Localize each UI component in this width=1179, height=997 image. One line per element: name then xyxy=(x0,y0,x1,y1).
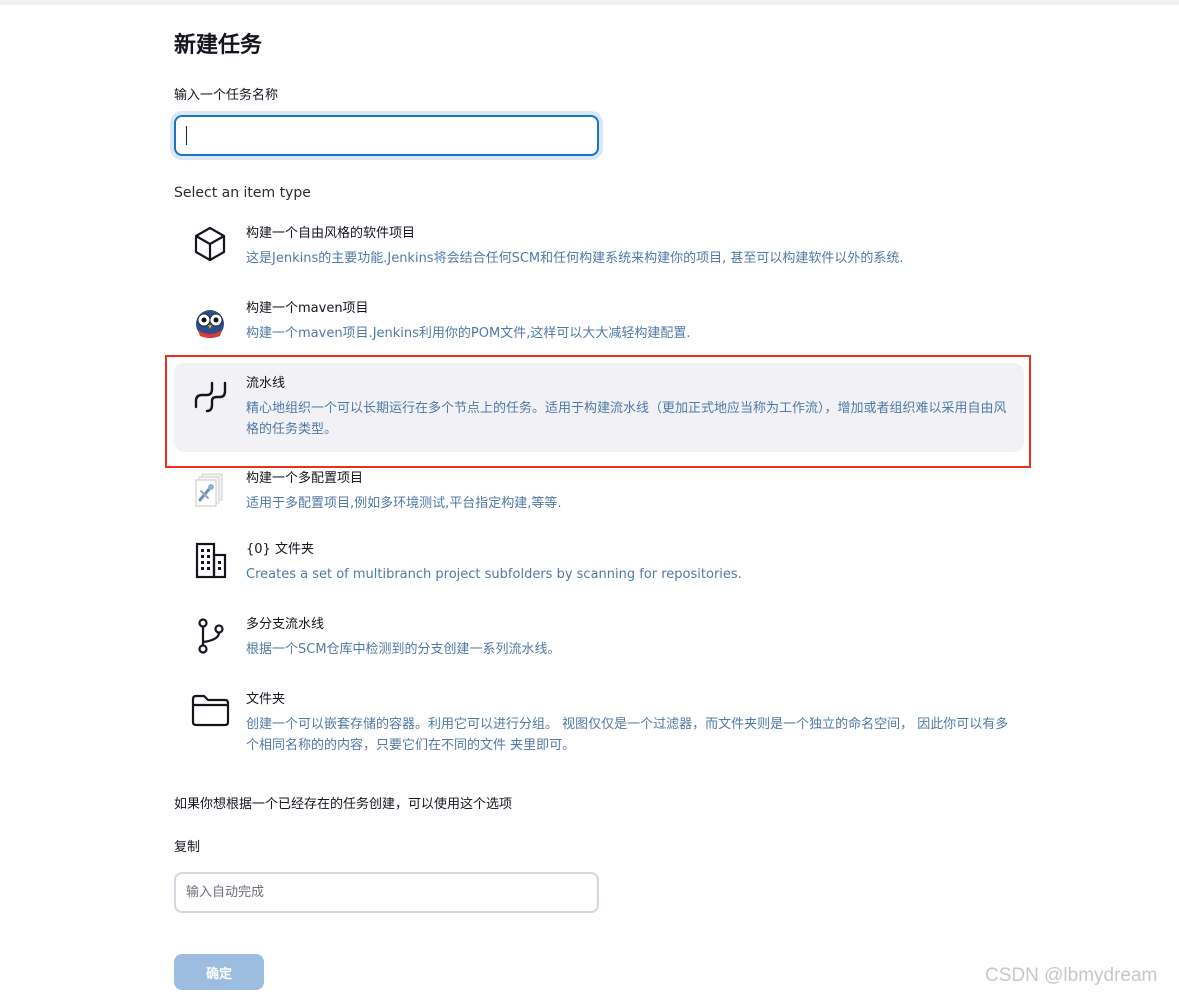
page-title: 新建任务 xyxy=(174,33,263,58)
watermark: CSDN @lbmydream xyxy=(985,965,1158,986)
item-title: 多分支流水线 xyxy=(246,617,325,632)
item-title: 文件夹 xyxy=(246,692,286,707)
item-title: 构建一个maven项目 xyxy=(246,301,369,316)
item-type-freestyle[interactable]: 构建一个自由风格的软件项目 这是Jenkins的主要功能.Jenkins将会结合… xyxy=(174,213,1024,285)
item-description: 根据一个SCM仓库中检测到的分支创建一系列流水线。 xyxy=(246,642,561,657)
item-type-folder[interactable]: 文件夹 创建一个可以嵌套存储的容器。利用它可以进行分组。 视图仅仅是一个过滤器，… xyxy=(174,679,1024,769)
maven-owl-icon xyxy=(190,302,230,342)
item-description: 构建一个maven项目.Jenkins利用你的POM文件,这样可以大大减轻构建配… xyxy=(246,326,691,341)
package-icon xyxy=(190,223,230,263)
copy-from-input[interactable] xyxy=(174,872,599,913)
item-type-multibranch-pipeline[interactable]: 多分支流水线 根据一个SCM仓库中检测到的分支创建一系列流水线。 xyxy=(174,604,1024,676)
item-title: 构建一个自由风格的软件项目 xyxy=(246,226,416,241)
multi-config-icon xyxy=(190,470,230,510)
top-bar xyxy=(0,0,1179,5)
item-description: 适用于多配置项目,例如多环境测试,平台指定构建,等等. xyxy=(246,496,562,511)
organization-building-icon xyxy=(190,541,230,581)
item-title: 构建一个多配置项目 xyxy=(246,471,364,486)
folder-icon xyxy=(190,691,230,731)
ok-button[interactable]: 确定 xyxy=(174,954,264,990)
item-description: 创建一个可以嵌套存储的容器。利用它可以进行分组。 视图仅仅是一个过滤器，而文件夹… xyxy=(246,717,1009,753)
text-cursor xyxy=(186,126,187,145)
item-name-input[interactable] xyxy=(174,115,599,156)
item-description: 这是Jenkins的主要功能.Jenkins将会结合任何SCM和任何构建系统来构… xyxy=(246,251,904,266)
annotation-highlight-box xyxy=(165,355,1031,468)
item-type-organization-folder[interactable]: {0} 文件夹 Creates a set of multibranch pro… xyxy=(174,529,1024,601)
item-type-multi-config[interactable]: 构建一个多配置项目 适用于多配置项目,例如多环境测试,平台指定构建,等等. xyxy=(174,458,1024,528)
branch-icon xyxy=(190,616,230,656)
item-description: Creates a set of multibranch project sub… xyxy=(246,567,742,582)
item-type-maven[interactable]: 构建一个maven项目 构建一个maven项目.Jenkins利用你的POM文件… xyxy=(174,288,1024,360)
copy-hint: 如果你想根据一个已经存在的任务创建，可以使用这个选项 xyxy=(174,797,513,812)
item-title: {0} 文件夹 xyxy=(246,542,314,557)
name-field-label: 输入一个任务名称 xyxy=(174,88,279,103)
copy-label: 复制 xyxy=(174,840,201,855)
item-type-label: Select an item type xyxy=(174,185,311,201)
